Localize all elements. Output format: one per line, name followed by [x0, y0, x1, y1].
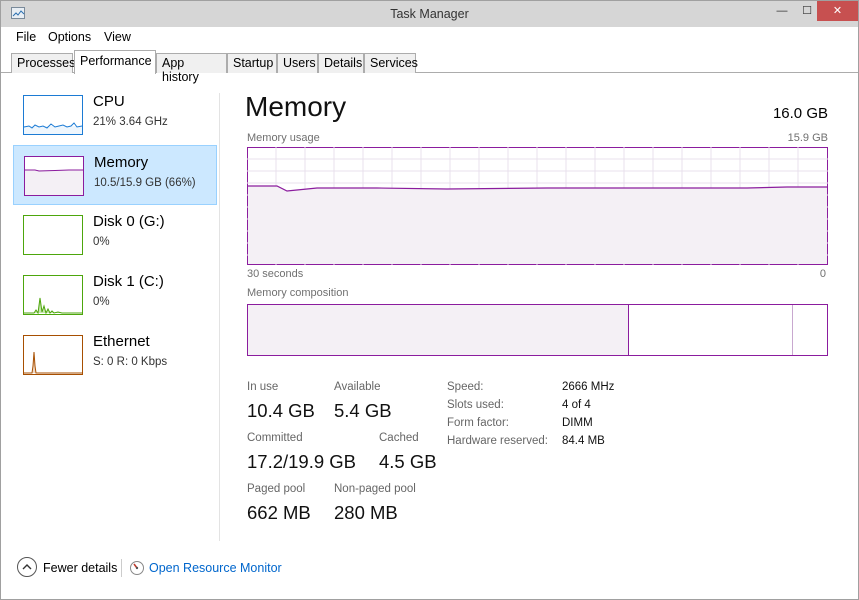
tab-users[interactable]: Users: [277, 53, 318, 73]
non-paged-pool-value: 280 MB: [334, 502, 398, 523]
cpu-thumbnail-graph: [23, 95, 83, 135]
menu-bar: File Options View: [1, 27, 858, 49]
speed-label: Speed:: [447, 381, 484, 393]
memory-usage-graph: [247, 147, 828, 265]
available-label: Available: [334, 381, 381, 393]
panel-divider: [219, 93, 220, 541]
window-title: Task Manager: [390, 7, 469, 21]
tab-services[interactable]: Services: [364, 53, 418, 73]
task-manager-window: Task Manager — ☐ ✕ File Options View Pro…: [0, 0, 859, 600]
tab-details[interactable]: Details: [318, 53, 364, 73]
in-use-value: 10.4 GB: [247, 400, 315, 421]
cached-value: 4.5 GB: [379, 451, 437, 472]
fewer-details-button[interactable]: Fewer details: [43, 561, 117, 575]
tab-startup[interactable]: Startup: [227, 53, 277, 73]
sidebar-item-memory[interactable]: Memory 10.5/15.9 GB (66%): [13, 145, 217, 205]
total-memory: 16.0 GB: [772, 105, 828, 122]
hardware-reserved-label: Hardware reserved:: [447, 435, 548, 447]
sidebar-item-detail: S: 0 R: 0 Kbps: [93, 356, 168, 368]
form-factor-label: Form factor:: [447, 417, 509, 429]
menu-view[interactable]: View: [104, 30, 131, 44]
memory-composition-bar: [247, 304, 828, 356]
tab-app-history[interactable]: App history: [156, 53, 227, 84]
sidebar-item-detail: 10.5/15.9 GB (66%): [94, 177, 196, 189]
close-button[interactable]: ✕: [817, 1, 858, 21]
title-bar: Task Manager — ☐ ✕: [1, 1, 858, 27]
hardware-reserved-value: 84.4 MB: [562, 435, 605, 447]
non-paged-pool-label: Non-paged pool: [334, 483, 416, 495]
available-value: 5.4 GB: [334, 400, 392, 421]
sidebar-item-label: Disk 0 (G:): [93, 213, 165, 230]
sidebar-item-cpu[interactable]: CPU 21% 3.64 GHz: [13, 85, 217, 145]
resource-monitor-icon[interactable]: [129, 560, 145, 576]
sidebar-item-label: Ethernet: [93, 333, 150, 350]
sidebar-item-label: Memory: [94, 154, 149, 171]
performance-sidebar: CPU 21% 3.64 GHz Memory 10.5/15.9 GB (66…: [13, 85, 219, 385]
cached-label: Cached: [379, 432, 419, 444]
form-factor-value: DIMM: [562, 417, 593, 429]
paged-pool-value: 662 MB: [247, 502, 311, 523]
tab-strip: Processes Performance App history Startu…: [1, 49, 858, 84]
graph-time-label: 30 seconds: [247, 268, 304, 280]
graph-zero-label: 0: [819, 268, 826, 280]
committed-label: Committed: [247, 432, 303, 444]
page-title: Memory: [245, 91, 347, 122]
open-resource-monitor-link[interactable]: Open Resource Monitor: [149, 561, 282, 575]
menu-file[interactable]: File: [16, 30, 36, 44]
memory-usage-max: 15.9 GB: [787, 132, 828, 144]
sidebar-item-disk-0[interactable]: Disk 0 (G:) 0%: [13, 205, 217, 265]
memory-panel: Memory 16.0 GB Memory usage 15.9 GB 30 s…: [245, 91, 828, 541]
paged-pool-label: Paged pool: [247, 483, 306, 495]
footer-separator: [121, 559, 122, 577]
memory-usage-label: Memory usage: [247, 132, 320, 144]
menu-options[interactable]: Options: [48, 30, 91, 44]
disk-0-thumbnail-graph: [23, 215, 83, 255]
disk-1-thumbnail-graph: [23, 275, 83, 315]
sidebar-item-label: Disk 1 (C:): [93, 273, 164, 290]
composition-standby-divider: [792, 305, 793, 355]
slots-used-value: 4 of 4: [562, 399, 591, 411]
composition-in-use: [248, 305, 629, 355]
sidebar-item-detail: 0%: [93, 236, 110, 248]
tab-processes[interactable]: Processes: [11, 53, 75, 73]
committed-value: 17.2/19.9 GB: [247, 451, 357, 472]
in-use-label: In use: [247, 381, 279, 393]
memory-composition-label: Memory composition: [247, 287, 349, 299]
sidebar-item-disk-1[interactable]: Disk 1 (C:) 0%: [13, 265, 217, 325]
memory-usage-area: [248, 186, 827, 264]
footer: Fewer details Open Resource Monitor: [1, 553, 858, 583]
sidebar-item-detail: 0%: [93, 296, 110, 308]
speed-value: 2666 MHz: [562, 381, 615, 393]
sidebar-item-ethernet[interactable]: Ethernet S: 0 R: 0 Kbps: [13, 325, 217, 385]
minimize-button[interactable]: —: [769, 1, 795, 21]
ethernet-thumbnail-graph: [23, 335, 83, 375]
chevron-up-icon[interactable]: [17, 557, 37, 577]
sidebar-item-detail: 21% 3.64 GHz: [93, 116, 168, 128]
memory-thumbnail-graph: [24, 156, 84, 196]
sidebar-item-label: CPU: [93, 93, 125, 110]
tab-performance[interactable]: Performance: [74, 50, 156, 74]
slots-used-label: Slots used:: [447, 399, 504, 411]
